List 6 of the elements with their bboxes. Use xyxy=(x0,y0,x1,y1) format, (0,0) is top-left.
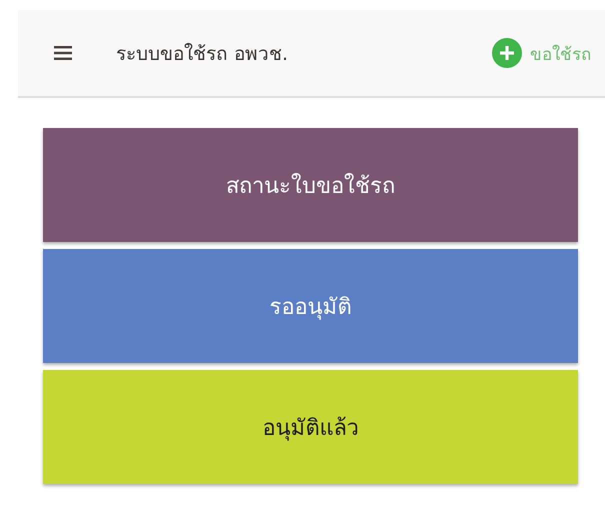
app-title: ระบบขอใช้รถ อพวช. xyxy=(116,42,288,67)
menu-tile[interactable]: สถานะใบขอใช้รถ xyxy=(43,128,578,242)
menu-tile[interactable]: รออนุมัติ xyxy=(43,249,578,363)
plus-icon xyxy=(492,38,522,68)
menu-tile[interactable]: อนุมัติแล้ว xyxy=(43,370,578,484)
menu-icon[interactable] xyxy=(54,46,72,60)
